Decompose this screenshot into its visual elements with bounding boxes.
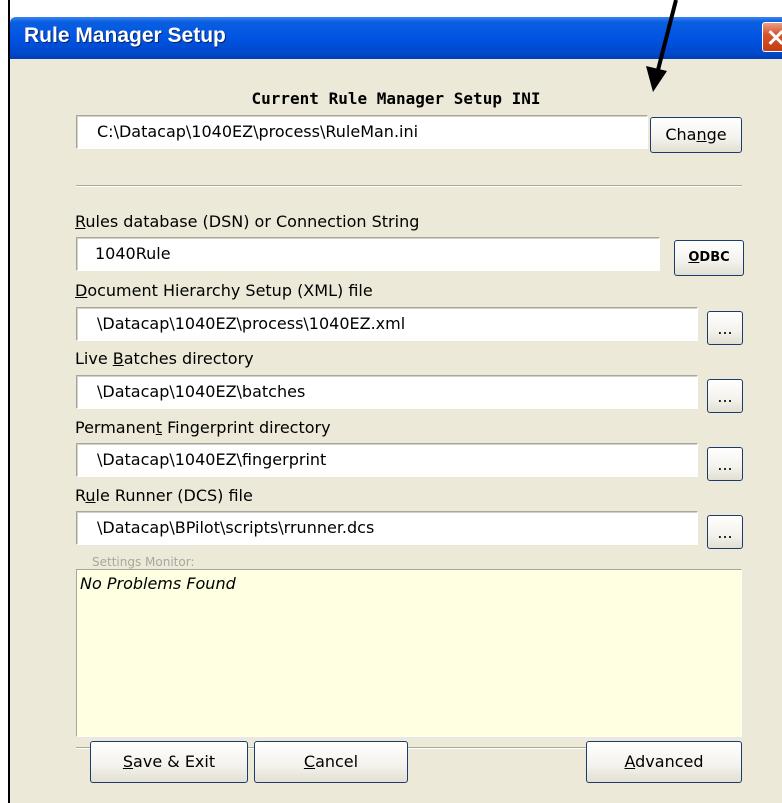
annotation-arrow-icon bbox=[646, 0, 678, 92]
